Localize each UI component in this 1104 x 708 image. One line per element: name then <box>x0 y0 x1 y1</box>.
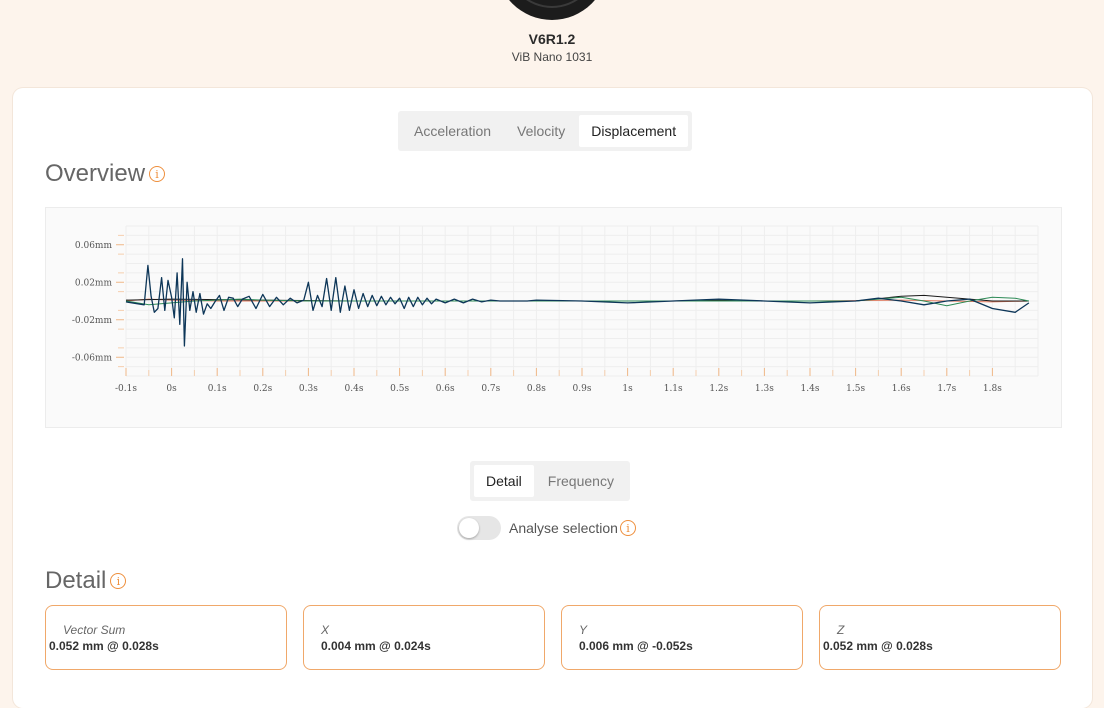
main-card: Acceleration Velocity Displacement Overv… <box>13 88 1092 708</box>
overview-title: Overview <box>45 160 146 187</box>
x-tick-label: 1.7s <box>937 384 956 394</box>
x-axis: -0.1s 0s 0.1s 0.2s 0.3s 0.4s 0.5s 0.6s 0.7s 0.8s 0… <box>115 368 1002 394</box>
stat-value: 0.052 mm @ 0.028s <box>49 639 159 653</box>
device-image <box>496 0 608 20</box>
tab-displacement[interactable]: Displacement <box>579 115 689 147</box>
detail-heading: Detail i <box>45 567 127 595</box>
tab-acceleration[interactable]: Acceleration <box>402 115 503 147</box>
x-tick-label: 0.7s <box>481 384 500 394</box>
overview-heading: Overview i <box>45 160 166 188</box>
x-tick-label: 1s <box>622 384 633 394</box>
chart-svg: 0.06mm 0.02mm -0.02mm -0.06mm -0.1s 0s 0.1s 0.… <box>72 225 1039 394</box>
measure-tabs: Acceleration Velocity Displacement <box>398 111 693 151</box>
x-tick-label: 1.2s <box>709 384 728 394</box>
x-tick-label: 0s <box>166 384 177 394</box>
device-name: V6R1.2 <box>528 31 576 47</box>
stat-label: Z <box>837 623 845 637</box>
overview-chart[interactable]: 0.06mm 0.02mm -0.02mm -0.06mm -0.1s 0s 0.1s 0.… <box>45 207 1062 428</box>
stat-value: 0.004 mm @ 0.024s <box>321 639 431 653</box>
analyse-selection-toggle[interactable] <box>457 516 501 540</box>
x-tick-label: 1.8s <box>983 384 1002 394</box>
stat-label: Vector Sum <box>63 623 126 637</box>
stat-card-y[interactable]: Y 0.006 mm @ -0.052s <box>561 605 803 670</box>
x-tick-label: 0.1s <box>208 384 227 394</box>
tab-velocity[interactable]: Velocity <box>505 115 577 147</box>
analyse-selection-label: Analyse selection <box>509 520 618 536</box>
series-line-0 <box>125 258 1030 347</box>
x-tick-label: 0.6s <box>436 384 455 394</box>
analyse-selection-row: Analyse selection i <box>457 516 636 540</box>
chart-series <box>125 258 1030 347</box>
x-tick-label: 0.5s <box>390 384 409 394</box>
y-tick-label: 0.02mm <box>75 278 113 288</box>
y-tick-label: 0.06mm <box>75 241 113 251</box>
device-header: V6R1.2 ViB Nano 1031 <box>0 0 1104 84</box>
x-tick-label: -0.1s <box>115 384 137 394</box>
x-tick-label: 0.8s <box>527 384 546 394</box>
stat-value: 0.006 mm @ -0.052s <box>579 639 693 653</box>
x-tick-label: 1.3s <box>755 384 774 394</box>
analyse-info-icon[interactable]: i <box>619 520 636 536</box>
stat-value: 0.052 mm @ 0.028s <box>823 639 933 653</box>
tab-frequency[interactable]: Frequency <box>536 465 626 497</box>
tab-detail[interactable]: Detail <box>474 465 534 497</box>
x-tick-label: 0.4s <box>345 384 364 394</box>
y-tick-label: -0.06mm <box>72 353 113 363</box>
x-tick-label: 0.9s <box>573 384 592 394</box>
x-tick-label: 1.1s <box>664 384 683 394</box>
stat-label: X <box>321 623 330 637</box>
stat-label: Y <box>579 623 588 637</box>
view-tabs: Detail Frequency <box>470 461 630 501</box>
x-tick-label: 0.3s <box>299 384 318 394</box>
stat-card-vector-sum[interactable]: Vector Sum 0.052 mm @ 0.028s <box>45 605 287 670</box>
stat-card-x[interactable]: X 0.004 mm @ 0.024s <box>303 605 545 670</box>
toggle-knob <box>459 518 479 538</box>
device-ring <box>506 0 598 8</box>
device-model: ViB Nano 1031 <box>511 50 593 64</box>
x-tick-label: 1.5s <box>846 384 865 394</box>
x-tick-label: 1.4s <box>801 384 820 394</box>
detail-title: Detail <box>45 567 107 594</box>
y-axis: 0.06mm 0.02mm -0.02mm -0.06mm <box>72 234 124 368</box>
stat-card-z[interactable]: Z 0.052 mm @ 0.028s <box>819 605 1061 670</box>
detail-info-icon[interactable]: i <box>110 573 127 589</box>
overview-info-icon[interactable]: i <box>149 166 166 182</box>
y-tick-label: -0.02mm <box>72 316 113 326</box>
x-tick-label: 1.6s <box>892 384 911 394</box>
x-tick-label: 0.2s <box>253 384 272 394</box>
